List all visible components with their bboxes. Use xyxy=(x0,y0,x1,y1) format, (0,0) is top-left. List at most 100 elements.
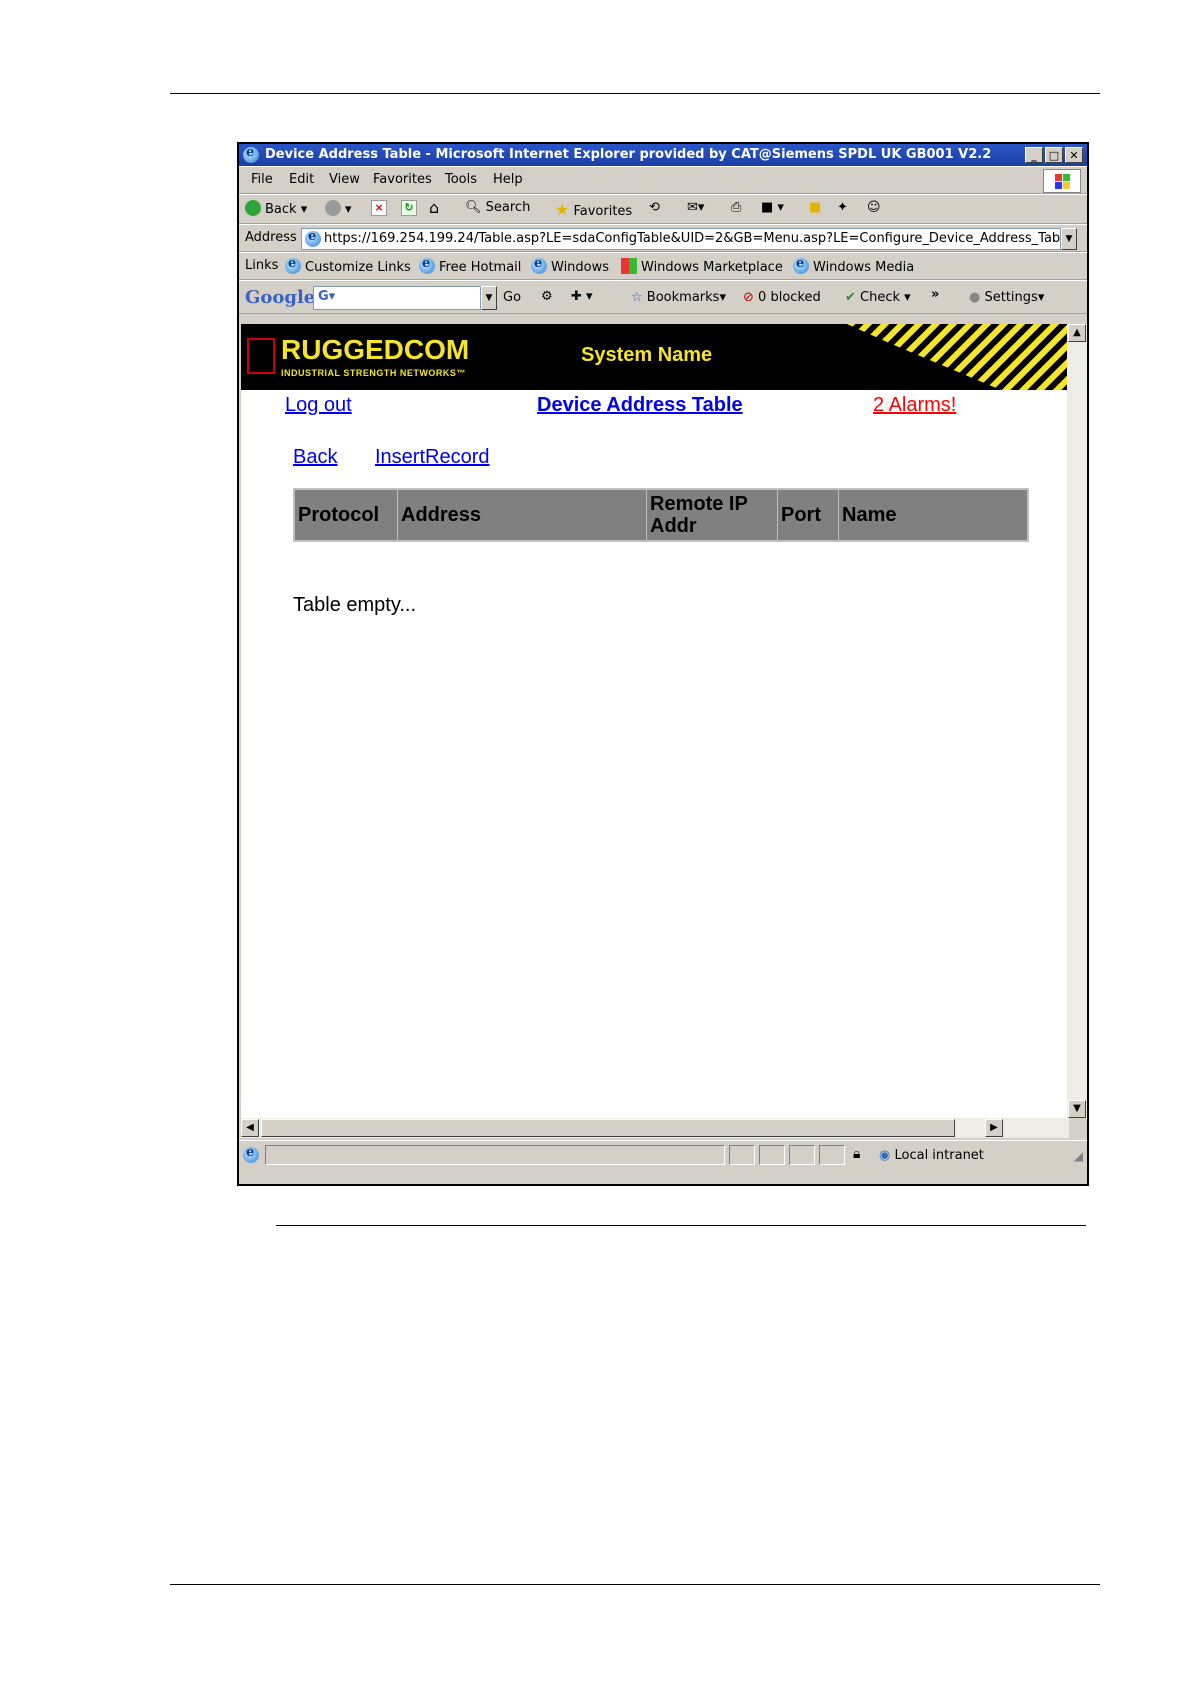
menu-edit[interactable]: Edit xyxy=(289,172,314,187)
google-news-icon[interactable]: ✚ ▾ xyxy=(571,289,593,304)
search-toolbar-button[interactable]: 🔍︎ Search xyxy=(465,200,530,215)
back-toolbar-button[interactable]: Back ▾ xyxy=(245,200,307,217)
vertical-scrollbar[interactable]: ▲ ▼ xyxy=(1067,324,1087,1118)
maximize-button[interactable]: □ xyxy=(1045,147,1063,163)
settings-button[interactable]: ● Settings▾ xyxy=(969,290,1044,305)
horizontal-scroll-thumb[interactable] xyxy=(261,1119,955,1137)
standard-toolbar: Back ▾ ▾ × ↻ ⌂ 🔍︎ Search ★ Favorites ⟲ ✉… xyxy=(239,194,1087,224)
menu-tools[interactable]: Tools xyxy=(445,172,477,187)
window-title: Device Address Table - Microsoft Interne… xyxy=(265,147,992,162)
links-bar: Links Customize Links Free Hotmail Windo… xyxy=(239,252,1087,280)
popup-blocker-button[interactable]: ⊘ 0 blocked xyxy=(743,290,821,305)
scroll-left-button[interactable]: ◀ xyxy=(241,1119,259,1137)
address-label: Address xyxy=(245,230,297,245)
bottom-rule xyxy=(170,1584,1100,1585)
spell-check-button[interactable]: ✔ Check ▾ xyxy=(845,290,911,305)
intranet-globe-icon: ◉ xyxy=(879,1148,891,1163)
link-free-hotmail[interactable]: Free Hotmail xyxy=(419,256,521,275)
status-page-icon xyxy=(243,1145,259,1163)
scroll-down-button[interactable]: ▼ xyxy=(1068,1100,1086,1118)
stop-icon[interactable]: × xyxy=(371,200,387,216)
ie-icon xyxy=(243,145,259,163)
back-arrow-icon xyxy=(245,200,261,216)
menu-view[interactable]: View xyxy=(329,172,360,187)
page-icon xyxy=(305,229,321,247)
hazard-stripes xyxy=(847,324,1067,390)
link-windows-media[interactable]: Windows Media xyxy=(793,256,914,275)
windows-flag-icon xyxy=(621,258,637,274)
back-link[interactable]: Back xyxy=(293,446,337,469)
menu-bar: File Edit View Favorites Tools Help xyxy=(239,166,1087,194)
brand-logo: RUGGEDCOM xyxy=(281,334,470,365)
google-extra-icon[interactable]: ⚙ xyxy=(541,289,553,304)
alarms-link[interactable]: 2 Alarms! xyxy=(873,394,956,417)
google-search-dropdown[interactable]: ▼ xyxy=(481,286,497,310)
resize-grip-icon[interactable]: ◢ xyxy=(1074,1149,1083,1163)
ie-link-icon xyxy=(793,256,809,274)
settings-circle-icon: ● xyxy=(969,290,981,305)
google-toolbar: Google G▾ ▼ Go ⚙ ✚ ▾ ☆ Bookmarks▾ ⊘ 0 bl… xyxy=(239,280,1087,314)
print-icon[interactable]: ⎙ xyxy=(731,200,741,215)
intranet-zone: ◉ Local intranet xyxy=(879,1148,984,1163)
address-url: https://169.254.199.24/Table.asp?LE=sdaC… xyxy=(324,231,1061,246)
home-icon[interactable]: ⌂ xyxy=(429,198,439,217)
address-field[interactable]: https://169.254.199.24/Table.asp?LE=sdaC… xyxy=(301,228,1061,250)
scroll-right-button[interactable]: ▶ xyxy=(985,1119,1003,1137)
horizontal-scrollbar[interactable]: ◀ ▶ xyxy=(241,1118,1069,1138)
system-name: System Name xyxy=(581,344,713,366)
ie-link-icon xyxy=(419,256,435,274)
brand-tagline: INDUSTRIAL STRENGTH NETWORKS™ xyxy=(281,368,466,378)
column-port: Port xyxy=(778,490,839,540)
table-empty-message: Table empty... xyxy=(293,594,417,616)
status-cell xyxy=(729,1145,755,1165)
column-name: Name xyxy=(842,503,897,526)
popup-blocked-icon: ⊘ xyxy=(743,290,754,305)
address-bar: Address https://169.254.199.24/Table.asp… xyxy=(239,224,1087,252)
more-chevron-icon[interactable]: » xyxy=(931,287,939,302)
column-remote-ip-addr: Remote IP Addr xyxy=(647,490,778,540)
status-bar: 🔒︎ ◉ Local intranet ◢ xyxy=(239,1140,1087,1184)
page-title-link[interactable]: Device Address Table xyxy=(537,394,743,417)
column-protocol: Protocol xyxy=(295,490,398,540)
window-controls: _ □ ✕ xyxy=(1025,147,1083,163)
menu-file[interactable]: File xyxy=(251,172,273,187)
bookmarks-button[interactable]: ☆ Bookmarks▾ xyxy=(631,290,726,305)
google-g-icon: G▾ xyxy=(318,289,336,304)
link-customize-links[interactable]: Customize Links xyxy=(285,256,411,275)
title-bar: Device Address Table - Microsoft Interne… xyxy=(239,144,1087,166)
ie-link-icon xyxy=(531,256,547,274)
forward-arrow-icon xyxy=(325,200,341,216)
messenger-icon[interactable]: ☺ xyxy=(867,200,881,215)
discuss-icon[interactable]: ■ xyxy=(809,200,821,215)
status-cell xyxy=(265,1145,725,1165)
refresh-icon[interactable]: ↻ xyxy=(401,200,417,216)
ie-link-icon xyxy=(285,256,301,274)
menu-favorites[interactable]: Favorites xyxy=(373,172,432,187)
links-label: Links xyxy=(245,258,279,273)
address-dropdown[interactable]: ▼ xyxy=(1061,228,1077,250)
scroll-up-button[interactable]: ▲ xyxy=(1068,324,1086,342)
close-button[interactable]: ✕ xyxy=(1065,147,1083,163)
link-windows-marketplace[interactable]: Windows Marketplace xyxy=(621,258,783,275)
google-go-button[interactable]: Go xyxy=(503,290,521,305)
mail-icon[interactable]: ✉▾ xyxy=(687,200,704,215)
minimize-button[interactable]: _ xyxy=(1025,147,1043,163)
device-address-table: Protocol Address Remote IP Addr Port Nam… xyxy=(293,488,1029,542)
column-address: Address xyxy=(398,490,647,540)
edit-icon[interactable]: ■ ▾ xyxy=(761,200,784,215)
favorites-toolbar-button[interactable]: ★ Favorites xyxy=(555,200,632,219)
insert-record-link[interactable]: InsertRecord xyxy=(375,446,490,469)
link-windows[interactable]: Windows xyxy=(531,256,609,275)
forward-toolbar-button[interactable]: ▾ xyxy=(325,200,352,217)
research-icon[interactable]: ✦ xyxy=(837,200,848,215)
status-cell xyxy=(819,1145,845,1165)
spell-check-icon: ✔ xyxy=(845,290,856,305)
logout-link[interactable]: Log out xyxy=(285,394,352,417)
google-search-input[interactable]: G▾ xyxy=(313,286,481,310)
menu-help[interactable]: Help xyxy=(493,172,523,187)
favorites-star-icon: ★ xyxy=(555,200,570,219)
status-cell xyxy=(759,1145,785,1165)
history-icon[interactable]: ⟲ xyxy=(649,200,660,215)
page-content: RUGGEDCOM INDUSTRIAL STRENGTH NETWORKS™ … xyxy=(241,324,1067,1118)
top-rule xyxy=(170,93,1100,94)
